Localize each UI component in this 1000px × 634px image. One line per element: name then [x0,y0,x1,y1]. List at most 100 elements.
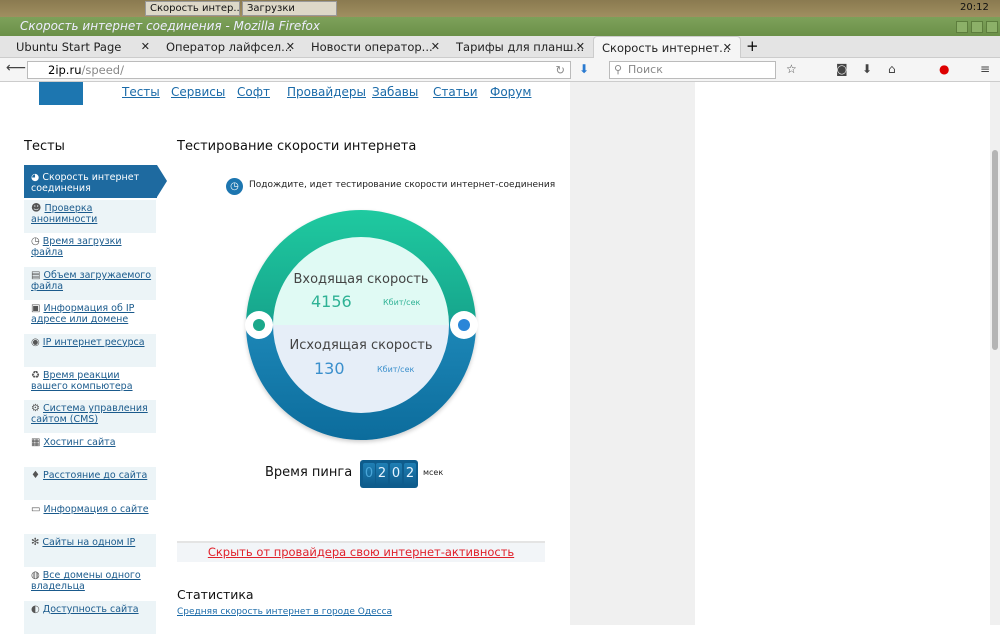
nav-services[interactable]: Сервисы [171,85,225,99]
close-icon[interactable]: ✕ [286,40,295,53]
reaction-time-icon: ♻ [31,370,40,381]
system-taskbar: Скорость интер... Загрузки 20:12 [0,0,1000,17]
menu-icon[interactable]: ≡ [980,62,990,76]
globe-icon: ◕ [31,172,40,183]
sidebar-item-speed-active[interactable]: ◕ Скорость интернет соединения [24,165,167,198]
maximize-button[interactable] [971,21,983,33]
tab-label: Тарифы для планш... [456,40,585,54]
tab-news[interactable]: Новости оператор... ✕ [303,36,448,58]
taskbar-window-downloads[interactable]: Загрузки [242,1,337,16]
page-title: Тестирование скорости интернета [177,139,417,154]
stats-link[interactable]: Средняя скорость интернет в городе Одесс… [177,607,392,617]
file-size-icon: ▤ [31,269,41,281]
download-unit: Кбит/сек [383,298,421,307]
upload-unit: Кбит/сек [377,365,415,374]
taskbar-window-firefox[interactable]: Скорость интер... [145,1,240,16]
sidebar-item-label: Время загрузки файла [31,236,122,259]
sidebar-item-label: Информация об IP адресе или домене [31,303,135,326]
nav-fun[interactable]: Забавы [372,85,418,99]
window-title: Скорость интернет соединения - Mozilla F… [0,17,1000,36]
ip-info-icon: ▣ [31,303,41,315]
sidebar-item-ip-resource[interactable]: ◉ IP интернет ресурса [24,333,156,367]
downloads-icon[interactable]: ⬇ [862,62,872,76]
sidebar-item-availability[interactable]: ◐ Доступность сайта [24,600,156,634]
download-knob [245,311,273,339]
home-icon[interactable]: ⌂ [888,62,896,76]
tab-bar: Ubuntu Start Page ✕ Оператор лайфсел... ✕ … [0,36,1000,58]
hide-activity-link[interactable]: Скрыть от провайдера свою интернет-актив… [208,545,514,559]
tab-lifecell[interactable]: Оператор лайфсел... ✕ [158,36,303,58]
site-info-icon: ▭ [31,503,41,515]
scrollbar-thumb[interactable] [992,150,998,350]
url-path: /speed/ [81,63,124,77]
upload-knob [450,311,478,339]
url-host: 2ip.ru [48,63,82,77]
distance-icon: ♦ [31,470,40,482]
stats-title: Статистика [177,587,254,602]
ping-unit: мсек [423,468,444,477]
bookmark-star-icon[interactable]: ☆ [786,62,797,76]
nav-tests[interactable]: Тесты [122,85,160,99]
sidebar-item-hosting[interactable]: ▦ Хостинг сайта [24,434,156,467]
reload-icon[interactable]: ↻ [555,63,565,77]
cms-icon: ⚙ [31,403,40,415]
close-icon[interactable]: ✕ [141,40,150,53]
nav-forum[interactable]: Форум [490,85,531,99]
close-icon[interactable]: ✕ [431,40,440,53]
url-bar[interactable]: 2ip.ru/speed/ ↻ [27,61,571,79]
sidebar-item-distance[interactable]: ♦ Расстояние до сайта [24,467,156,501]
sidebar-item-anonymity[interactable]: ☻ Проверка анонимности [24,200,156,233]
download-icon[interactable]: ⬇ [579,62,589,76]
new-tab-button[interactable]: + [746,37,759,55]
hosting-icon: ▦ [31,436,41,448]
close-icon[interactable]: ✕ [576,40,585,53]
search-icon: ⚲ [614,63,623,76]
site-logo[interactable] [39,82,83,105]
ping-digit: 2 [376,463,388,485]
sidebar-item-label: Расстояние до сайта [43,470,148,482]
nav-articles[interactable]: Статьи [433,85,478,99]
clock: 20:12 [960,2,989,13]
search-input[interactable]: ⚲ Поиск [609,61,776,79]
adblock-icon[interactable]: ● [939,62,949,76]
sidebar-item-label: Все домены одного владельца [31,570,141,593]
ping-digit: 0 [390,463,402,485]
anonymity-icon: ☻ [31,203,42,214]
close-icon[interactable]: ✕ [723,41,732,54]
minimize-button[interactable] [956,21,968,33]
sidebar-item-file-size[interactable]: ▤ Объем загружаемого файла [24,266,156,300]
ping-label: Время пинга [265,465,353,480]
ping-digit: 2 [404,463,416,485]
ip-resource-icon: ◉ [31,336,40,348]
download-time-icon: ◷ [31,236,40,248]
sidebar-item-download-time[interactable]: ◷ Время загрузки файла [24,233,156,266]
sidebar-item-reaction-time[interactable]: ♻ Время реакции вашего компьютера [24,367,156,400]
sidebar-item-same-ip[interactable]: ✻ Сайты на одном IP [24,534,156,567]
tab-label: Скорость интернет... [602,41,731,55]
sidebar-item-cms[interactable]: ⚙ Система управления сайтом (CMS) [24,400,156,434]
download-label: Входящая скорость [293,272,429,287]
sidebar-item-label: Хостинг сайта [43,436,116,448]
ping-digit: 0 [363,463,375,485]
tab-ubuntu[interactable]: Ubuntu Start Page ✕ [8,36,158,58]
pocket-icon[interactable]: ◙ [836,62,848,76]
page-gutter [570,82,695,625]
nav-providers[interactable]: Провайдеры [287,85,366,99]
sidebar-item-label: IP интернет ресурса [42,336,145,348]
tab-tariffs[interactable]: Тарифы для планш... ✕ [448,36,593,58]
tab-speed-active[interactable]: Скорость интернет... ✕ [593,36,741,58]
tab-label: Новости оператор... [311,40,433,54]
sidebar-title: Тесты [24,139,65,154]
tab-label: Оператор лайфсел... [166,40,293,54]
availability-icon: ◐ [31,603,40,615]
download-value: 4156 [311,292,352,311]
sidebar-item-ip-info[interactable]: ▣ Информация об IP адресе или домене [24,300,156,333]
sidebar-item-owner-domains[interactable]: ◍ Все домены одного владельца [24,567,156,600]
sidebar-item-site-info[interactable]: ▭ Информация о сайте [24,501,156,534]
sidebar-item-label: Система управления сайтом (CMS) [31,403,148,426]
back-button[interactable]: ⟵ [6,60,26,76]
close-window-button[interactable] [986,21,998,33]
clock-icon: ◷ [226,178,243,195]
nav-soft[interactable]: Софт [237,85,270,99]
sidebar-item-label: Доступность сайта [42,603,139,615]
